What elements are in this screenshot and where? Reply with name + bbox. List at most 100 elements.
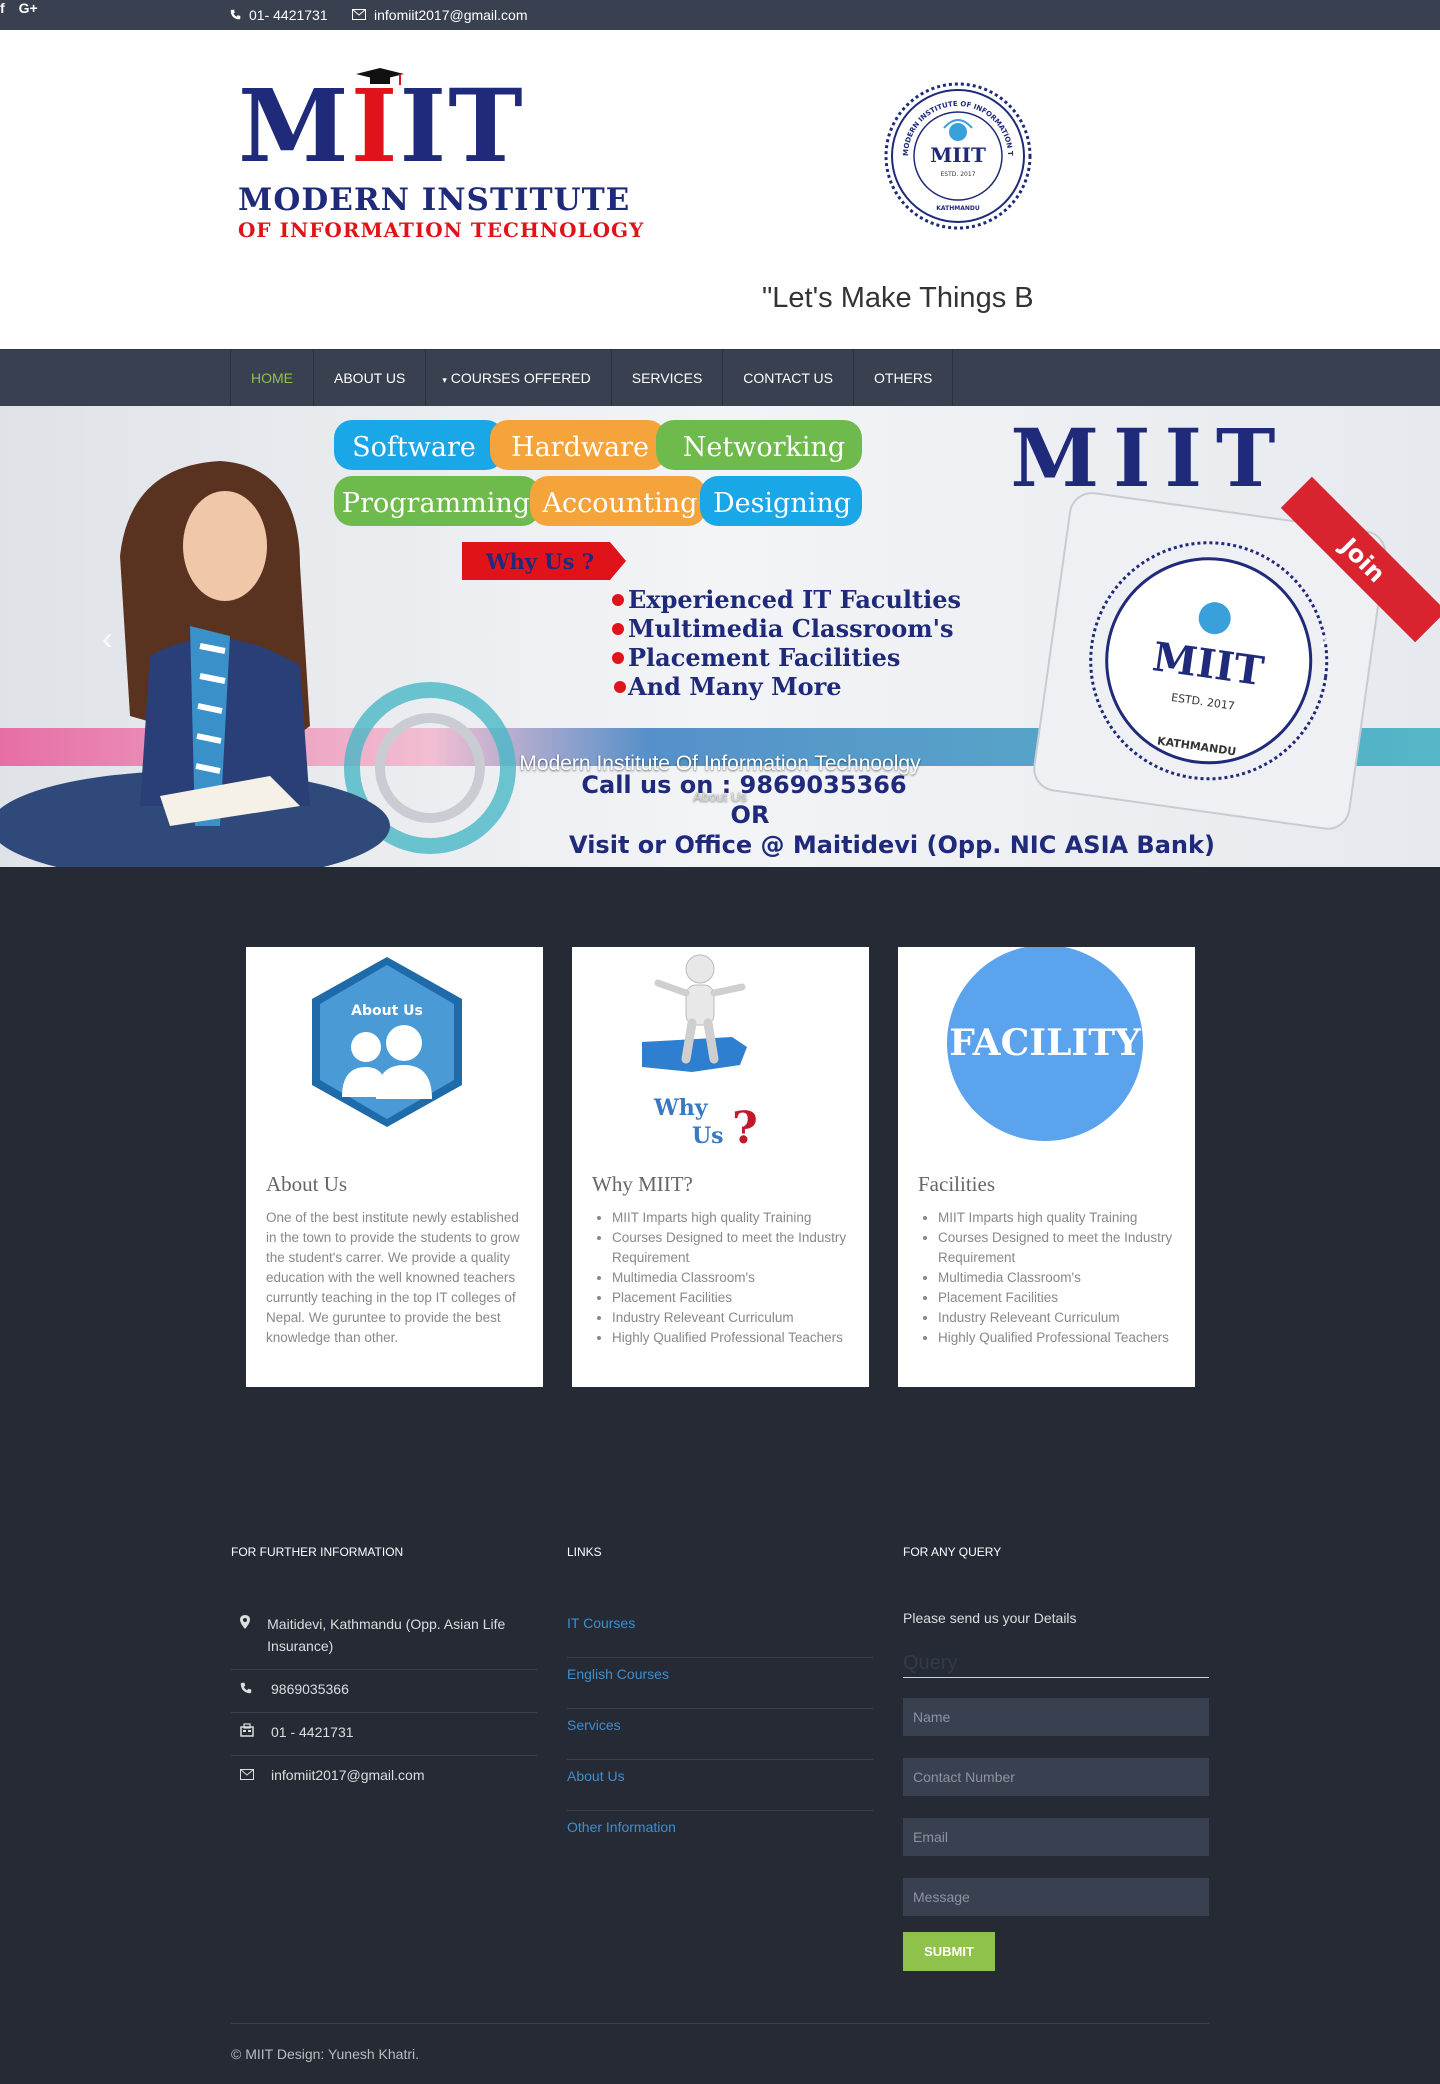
envelope-icon (231, 1764, 271, 1786)
contact-email-text: infomiit2017@gmail.com (271, 1767, 425, 1783)
list-item: MIIT Imparts high quality Training (938, 1208, 1178, 1228)
nav-home[interactable]: HOME (231, 350, 314, 407)
svg-text:About Us: About Us (351, 1003, 423, 1019)
link-about-us[interactable]: About Us (567, 1760, 873, 1811)
nav-services[interactable]: SERVICES (612, 350, 724, 407)
carousel-caption-sub: About Us (693, 789, 747, 804)
query-intro: Please send us your Details (903, 1610, 1077, 1626)
svg-text:MIIT: MIIT (930, 143, 986, 167)
feature-facilities-list: MIIT Imparts high quality Training Cours… (938, 1208, 1178, 1348)
list-item: Multimedia Classroom's (612, 1268, 852, 1288)
footer-divider (231, 2023, 1209, 2024)
site-logo[interactable]: MIIT MODERN INSTITUTE OF INFORMATION TEC… (238, 67, 648, 242)
svg-text:?: ? (732, 1103, 758, 1154)
why-us-image: Why Us ? (642, 954, 758, 1154)
phone-icon (231, 1678, 271, 1700)
svg-text:And Many More: And Many More (627, 672, 842, 701)
nav-contact-us[interactable]: CONTACT US (723, 350, 855, 407)
feature-about-title: About Us (266, 1172, 348, 1196)
fax-icon (231, 1721, 271, 1743)
logo-wordmark: MIIT (238, 67, 525, 185)
map-pin-icon (231, 1613, 267, 1657)
contact-address-text: Maitidevi, Kathmandu (Opp. Asian Life In… (267, 1616, 506, 1654)
feature-facilities: FACILITY Facilities MIIT Imparts high qu… (898, 947, 1195, 1387)
submit-button[interactable]: SUBMIT (903, 1932, 995, 1971)
contact-landline: 01 - 4421731 (231, 1713, 537, 1756)
about-us-image: About Us (312, 957, 462, 1127)
svg-text:OR: OR (731, 801, 770, 829)
list-item: Industry Releveant Curriculum (938, 1308, 1178, 1328)
name-field[interactable] (903, 1698, 1209, 1736)
caret-down-icon: ▾ (442, 375, 447, 385)
svg-text:Us: Us (692, 1123, 724, 1149)
phone-icon (230, 7, 241, 23)
nav-about-us[interactable]: ABOUT US (314, 350, 427, 407)
tagline: "Let's Make Things Better" (762, 282, 1032, 314)
svg-text:Why: Why (653, 1095, 709, 1121)
footer-query-title: FOR ANY QUERY (903, 1545, 1002, 1559)
topbar-phone: 01- 4421731 (230, 7, 328, 23)
svg-text:Hardware: Hardware (511, 432, 649, 463)
contact-number-field[interactable] (903, 1758, 1209, 1796)
carousel-prev-arrow[interactable]: ‹ (102, 620, 113, 657)
topbar-phone-text: 01- 4421731 (249, 7, 328, 23)
svg-text:Networking: Networking (683, 432, 845, 463)
contact-email: infomiit2017@gmail.com (231, 1756, 537, 1798)
main-nav: HOME ABOUT US ▾ COURSES OFFERED SERVICES… (0, 349, 1440, 407)
svg-text:Software: Software (352, 432, 476, 463)
contact-mobile-text: 9869035366 (271, 1681, 349, 1697)
list-item: Courses Designed to meet the Industry Re… (938, 1228, 1178, 1268)
topbar-email[interactable]: infomiit2017@gmail.com (352, 7, 528, 23)
feature-about: About Us About Us One of the best instit… (246, 947, 543, 1387)
link-it-courses[interactable]: IT Courses (567, 1607, 873, 1658)
envelope-icon (352, 7, 366, 23)
svg-text:Designing: Designing (713, 488, 851, 519)
contact-address: Maitidevi, Kathmandu (Opp. Asian Life In… (231, 1605, 537, 1670)
feature-why-title: Why MIIT? (592, 1172, 693, 1196)
svg-text:FACILITY: FACILITY (949, 1022, 1142, 1064)
list-item: Placement Facilities (612, 1288, 852, 1308)
link-services[interactable]: Services (567, 1709, 873, 1760)
nav-courses-offered[interactable]: ▾ COURSES OFFERED (426, 350, 612, 407)
link-english-courses[interactable]: English Courses (567, 1658, 873, 1709)
contact-list: Maitidevi, Kathmandu (Opp. Asian Life In… (231, 1605, 537, 1798)
svg-text:Accounting: Accounting (542, 488, 698, 519)
list-item: Placement Facilities (938, 1288, 1178, 1308)
link-other-information[interactable]: Other Information (567, 1811, 873, 1862)
carousel-next-arrow[interactable]: › (1318, 620, 1329, 657)
svg-text:KATHMANDU: KATHMANDU (936, 205, 980, 212)
list-item: Courses Designed to meet the Industry Re… (612, 1228, 852, 1268)
logo-line-2: OF INFORMATION TECHNOLOGY (238, 218, 645, 242)
svg-text:Experienced IT Faculties: Experienced IT Faculties (628, 585, 961, 614)
feature-about-text: One of the best institute newly establis… (266, 1210, 520, 1345)
top-bar: 01- 4421731 infomiit2017@gmail.com f G+ (0, 0, 1440, 30)
facility-image: FACILITY (947, 947, 1143, 1141)
google-plus-icon[interactable]: G+ (19, 0, 38, 16)
nav-others[interactable]: OTHERS (854, 350, 954, 407)
feature-facilities-title: Facilities (918, 1172, 995, 1196)
contact-landline-text: 01 - 4421731 (271, 1724, 354, 1740)
site-header: MIIT MODERN INSTITUTE OF INFORMATION TEC… (0, 30, 1440, 349)
list-item: Multimedia Classroom's (938, 1268, 1178, 1288)
footer-links: IT Courses English Courses Services Abou… (567, 1607, 873, 1862)
copyright: © MIIT Design: Yunesh Khatri. (231, 2046, 420, 2062)
nav-courses-label: COURSES OFFERED (450, 370, 591, 386)
social-links: f G+ (0, 0, 1440, 16)
svg-text:Programming: Programming (342, 488, 530, 519)
svg-text:Placement Facilities: Placement Facilities (628, 643, 900, 672)
message-field[interactable] (903, 1878, 1209, 1916)
carousel-caption: Modern Institute Of Information Technool… (519, 752, 921, 775)
email-field[interactable] (903, 1818, 1209, 1856)
svg-text:MIIT: MIIT (1011, 411, 1290, 505)
list-item: MIIT Imparts high quality Training (612, 1208, 852, 1228)
facebook-icon[interactable]: f (0, 0, 5, 16)
query-heading: Query (903, 1652, 1209, 1678)
topbar-email-text: infomiit2017@gmail.com (374, 7, 528, 23)
svg-text:Why Us ?: Why Us ? (485, 549, 594, 574)
svg-text:ESTD. 2017: ESTD. 2017 (941, 171, 976, 178)
list-item: Highly Qualified Professional Teachers (938, 1328, 1178, 1348)
footer-info-title: FOR FURTHER INFORMATION (231, 1545, 404, 1559)
contact-mobile: 9869035366 (231, 1670, 537, 1713)
svg-text:Multimedia Classroom's: Multimedia Classroom's (628, 614, 954, 643)
tagline-marquee: "Let's Make Things Better" (762, 282, 1032, 322)
